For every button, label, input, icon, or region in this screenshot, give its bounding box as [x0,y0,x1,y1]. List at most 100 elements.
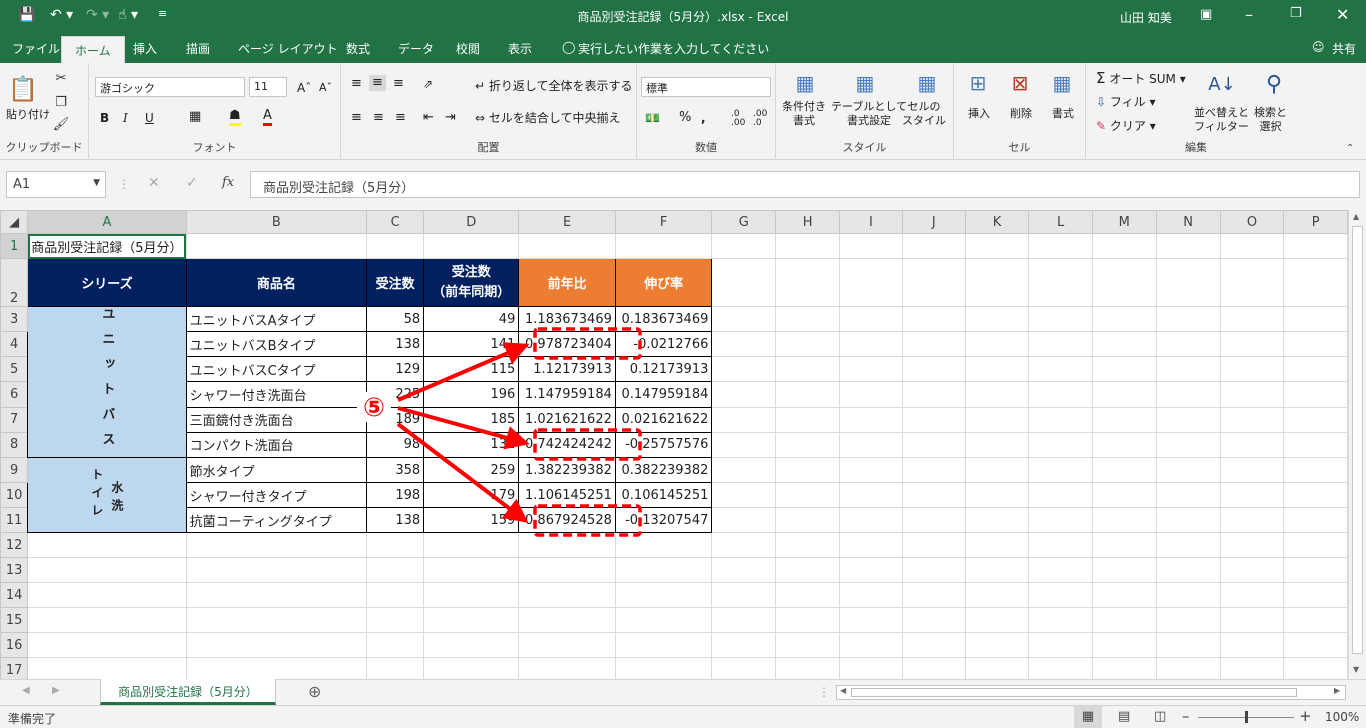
cell[interactable] [1155,607,1221,633]
cell[interactable] [711,657,777,679]
orders-prev-cell[interactable]: 196 [423,381,520,408]
cell-styles-button[interactable]: セルの スタイル [902,100,946,128]
delete-cells-button[interactable]: 削除 [1010,107,1032,121]
header-product[interactable]: 商品名 [185,258,368,307]
cell[interactable] [1219,482,1285,508]
share-button[interactable]: 共有 [1332,40,1356,57]
cell[interactable] [901,607,966,633]
col-header-i[interactable]: I [838,210,903,234]
cell[interactable] [775,258,840,307]
cell[interactable] [1219,406,1285,433]
collapse-ribbon-icon[interactable]: ⌃ [1346,143,1354,154]
orientation-icon[interactable]: ⇗ [423,77,433,91]
clear-button[interactable]: ✎ クリア ▾ [1096,119,1156,133]
yoy-cell[interactable]: 0.978723404 [518,331,616,358]
cell[interactable] [711,431,777,459]
col-header-g[interactable]: G [711,210,777,234]
row-header[interactable]: 15 [0,607,29,633]
growth-cell[interactable]: 0.147959184 [614,381,713,408]
cell[interactable] [775,632,840,658]
cell[interactable] [518,557,616,583]
product-name[interactable]: コンパクト洗面台 [185,431,368,459]
find-select-icon[interactable]: ⚲ [1258,69,1290,99]
cell[interactable] [838,431,903,459]
cell[interactable] [964,582,1030,608]
scroll-left-icon[interactable]: ◀ [840,686,846,695]
row-header[interactable]: 12 [0,532,29,558]
cell[interactable] [1155,632,1221,658]
cell[interactable] [1028,507,1093,533]
cell[interactable] [838,507,903,533]
col-header-f[interactable]: F [614,210,713,234]
cell-styles-icon[interactable]: ▦ [912,69,942,97]
select-all-corner[interactable]: ◢ [0,210,29,234]
new-sheet-icon[interactable]: ⊕ [308,682,321,701]
cell[interactable] [711,406,777,433]
orders-cell[interactable]: 225 [366,381,425,408]
cell[interactable] [1283,457,1348,483]
product-name[interactable]: シャワー付き洗面台 [185,381,368,408]
cell[interactable] [423,632,520,658]
cell[interactable] [1091,582,1157,608]
cell[interactable] [614,582,713,608]
growth-cell[interactable]: 0.021621622 [614,406,713,433]
minimize-icon[interactable]: – [1245,5,1253,24]
cell[interactable] [518,632,616,658]
cell[interactable] [711,356,777,383]
cell[interactable] [1028,582,1093,608]
cell[interactable] [838,607,903,633]
cell[interactable] [1091,457,1157,483]
orders-cell[interactable]: 189 [366,406,425,433]
yoy-cell[interactable]: 1.382239382 [518,457,616,483]
row-header[interactable]: 2 [0,258,29,307]
cell[interactable] [27,557,187,583]
cell[interactable] [711,482,777,508]
row-header[interactable]: 10 [0,482,29,508]
cell[interactable] [27,532,187,558]
yoy-cell[interactable]: 1.021621622 [518,406,616,433]
cell[interactable] [838,258,903,307]
zoom-slider-thumb[interactable] [1245,711,1248,723]
copy-icon[interactable]: ❐ [52,93,70,111]
cell[interactable] [1091,532,1157,558]
cell[interactable] [518,657,616,679]
increase-decimal-icon[interactable]: .0.00 [731,110,745,128]
orders-cell[interactable]: 138 [366,331,425,358]
cell[interactable] [366,557,425,583]
align-bottom-icon[interactable]: ≡ [393,77,404,91]
cell[interactable] [1283,507,1348,533]
cell[interactable] [775,381,840,408]
row-header[interactable]: 14 [0,582,29,608]
cell[interactable] [1219,507,1285,533]
col-header-a[interactable]: A [27,210,187,234]
orders-prev-cell[interactable]: 132 [423,431,520,459]
cell[interactable] [614,233,713,259]
restore-icon[interactable]: ❐ [1290,6,1302,21]
cell[interactable] [838,356,903,383]
format-cells-icon[interactable]: ▦ [1048,69,1076,97]
italic-button[interactable]: I [123,111,128,125]
page-layout-view-icon[interactable]: ▤ [1118,709,1130,724]
cell[interactable] [711,632,777,658]
user-name[interactable]: 山田 知美 [1120,9,1172,26]
header-yoy[interactable]: 前年比 [518,258,616,307]
orders-prev-cell[interactable]: 159 [423,507,520,533]
cell[interactable] [1028,482,1093,508]
cell[interactable] [1283,431,1348,459]
tab-data[interactable]: データ [398,40,434,57]
cell[interactable] [1219,532,1285,558]
cell[interactable] [711,305,777,333]
product-name[interactable]: 抗菌コーティングタイプ [185,507,368,533]
wrap-text-button[interactable]: ↵ 折り返して全体を表示する [475,79,633,93]
cell[interactable] [901,406,966,433]
yoy-cell[interactable]: 1.106145251 [518,482,616,508]
cell[interactable] [964,381,1030,408]
product-name[interactable]: ユニットバスAタイプ [185,305,368,333]
cell[interactable] [1091,482,1157,508]
cell[interactable] [775,356,840,383]
normal-view-icon[interactable]: ▦ [1074,706,1102,728]
cell[interactable] [614,607,713,633]
cell[interactable] [901,557,966,583]
cell[interactable] [1219,557,1285,583]
name-box[interactable]: A1 ▼ [6,171,106,198]
